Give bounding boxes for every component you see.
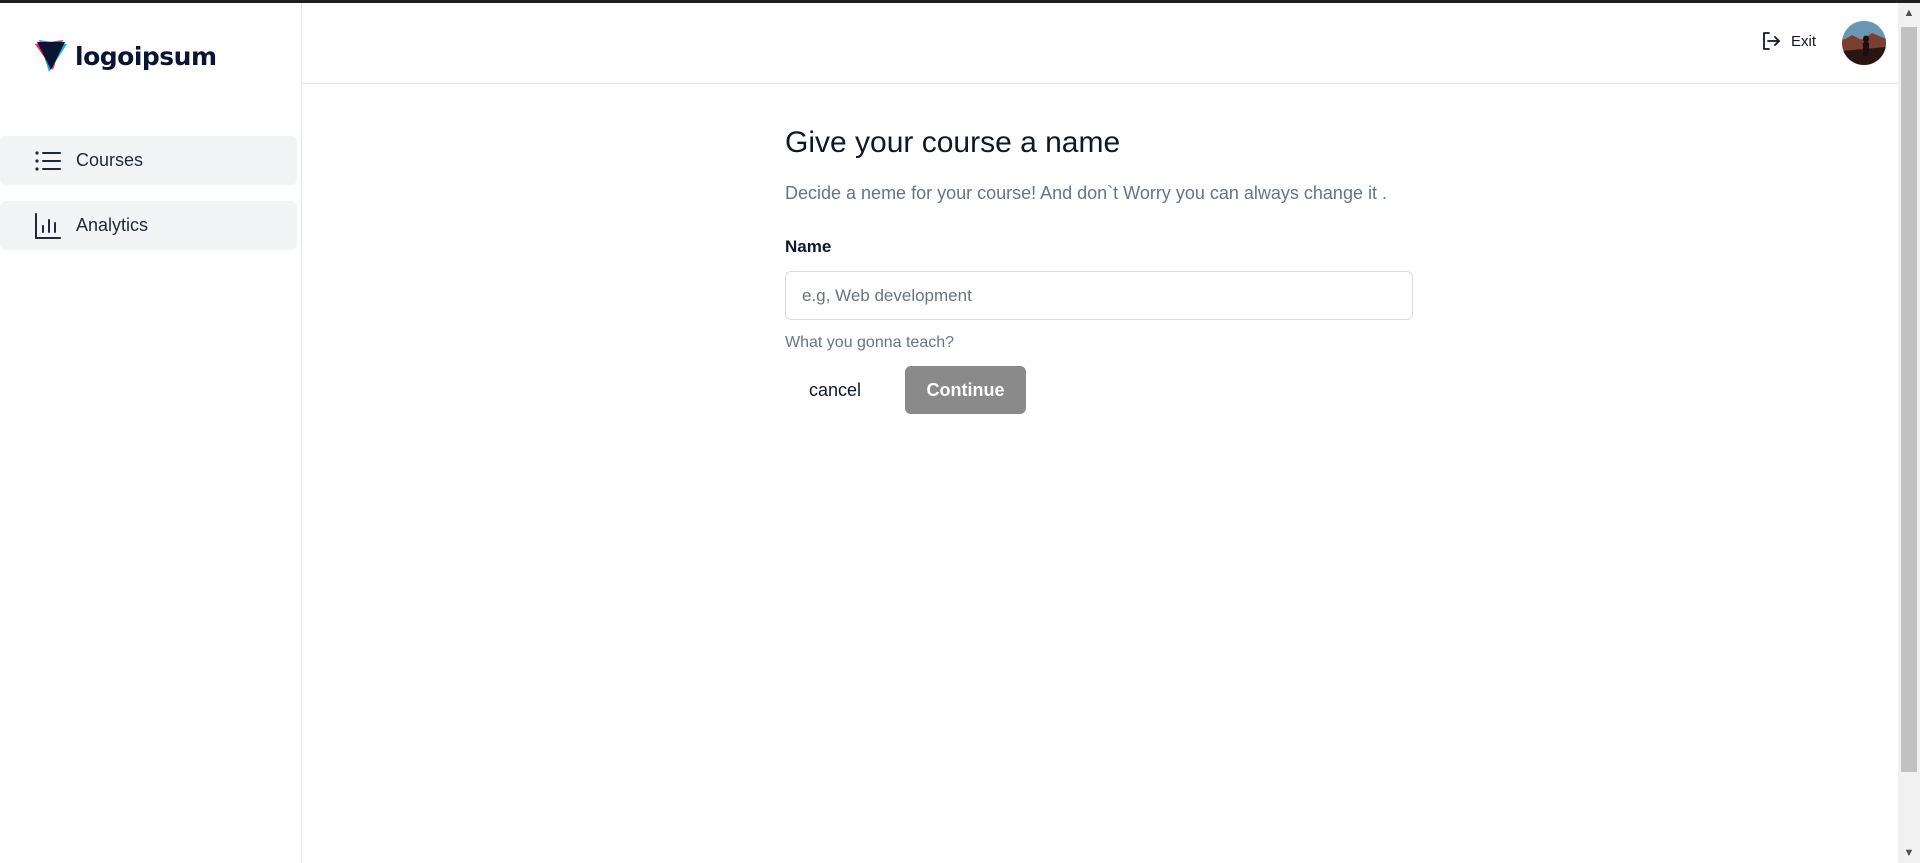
- sidebar-item-analytics[interactable]: Analytics: [0, 201, 297, 250]
- chevron-up-icon[interactable]: ▲: [1898, 3, 1920, 23]
- page-title: Give your course a name: [785, 126, 1121, 159]
- sidebar: logoipsum Courses Analytics: [0, 3, 302, 863]
- page-subtitle: Decide a neme for your course! And don`t…: [785, 183, 1387, 203]
- app-root: logoipsum Courses Analytics Exit Give yo…: [0, 3, 1898, 863]
- form-actions: cancel Continue: [785, 366, 1413, 414]
- exit-label: Exit: [1790, 32, 1816, 50]
- cancel-button[interactable]: cancel: [785, 366, 885, 414]
- course-name-input[interactable]: [785, 271, 1413, 320]
- name-field-label: Name: [785, 237, 832, 256]
- chevron-down-icon[interactable]: ▼: [1898, 843, 1920, 863]
- logoipsum-icon: [35, 40, 67, 72]
- brand-name: logoipsum: [75, 41, 217, 71]
- create-course-form: Give your course a name Decide a neme fo…: [785, 123, 1413, 414]
- continue-button[interactable]: Continue: [905, 366, 1026, 414]
- name-helper-text: What you gonna teach?: [785, 334, 955, 351]
- sidebar-item-courses[interactable]: Courses: [0, 136, 297, 185]
- bar-chart-icon: [34, 212, 62, 240]
- exit-button[interactable]: Exit: [1761, 31, 1816, 51]
- sidebar-item-label: Courses: [76, 150, 144, 170]
- user-avatar[interactable]: [1842, 21, 1886, 65]
- list-icon: [34, 147, 62, 175]
- vertical-scrollbar[interactable]: ▲ ▼: [1898, 3, 1920, 863]
- scrollbar-thumb[interactable]: [1901, 27, 1917, 772]
- sidebar-nav: Courses Analytics: [0, 136, 297, 266]
- avatar-image: [1842, 21, 1886, 65]
- brand-logo[interactable]: logoipsum: [33, 36, 217, 76]
- sidebar-item-label: Analytics: [76, 215, 149, 235]
- top-header: Exit: [302, 3, 1898, 84]
- log-out-icon: [1763, 32, 1780, 50]
